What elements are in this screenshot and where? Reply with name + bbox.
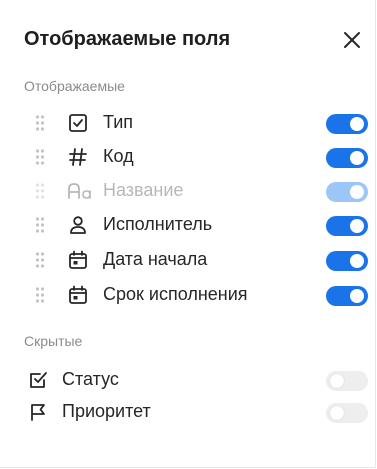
field-label: Дата начала: [103, 249, 208, 269]
field-label: Исполнитель: [103, 214, 213, 234]
toggle-knob: [350, 219, 364, 233]
field-label: Статус: [62, 369, 119, 389]
field-row-start-date: Дата начала: [0, 243, 376, 277]
field-label: Срок исполнения: [103, 284, 248, 304]
toggle-knob: [350, 185, 364, 199]
field-toggle: [326, 182, 368, 202]
toggle-knob: [330, 374, 344, 388]
person-icon: [70, 216, 86, 234]
field-row-name: Название: [0, 174, 376, 208]
text-font-icon: [68, 183, 91, 199]
hash-icon: [69, 148, 87, 166]
fields-panel: Отображаемые поля Отображаемые Тип Код Н…: [0, 0, 376, 468]
toggle-knob: [350, 254, 364, 268]
field-toggle[interactable]: [326, 148, 368, 168]
field-toggle[interactable]: [326, 251, 368, 271]
checkbox-square-icon: [69, 114, 87, 132]
field-toggle[interactable]: [326, 216, 368, 236]
toggle-knob: [350, 151, 364, 165]
section-visible-label: Отображаемые: [24, 78, 125, 94]
field-label: Приоритет: [62, 401, 151, 421]
field-toggle[interactable]: [326, 114, 368, 134]
field-label: Код: [103, 146, 134, 166]
field-toggle[interactable]: [326, 403, 368, 423]
toggle-knob: [350, 117, 364, 131]
field-label: Название: [103, 180, 184, 200]
checkbox-check-icon: [30, 372, 47, 388]
drag-handle-icon[interactable]: [35, 216, 45, 234]
calendar-icon: [69, 285, 87, 304]
panel-title: Отображаемые поля: [24, 28, 231, 50]
toggle-knob: [350, 289, 364, 303]
field-toggle[interactable]: [326, 286, 368, 306]
section-hidden-label: Скрытые: [24, 333, 83, 349]
calendar-icon: [69, 250, 87, 269]
field-toggle[interactable]: [326, 371, 368, 391]
drag-handle-icon[interactable]: [35, 286, 45, 304]
field-row-due-date: Срок исполнения: [0, 278, 376, 312]
drag-handle-icon[interactable]: [35, 251, 45, 269]
toggle-knob: [330, 406, 344, 420]
drag-handle-icon[interactable]: [35, 114, 45, 132]
field-row-assignee: Исполнитель: [0, 208, 376, 242]
field-row-type: Тип: [0, 106, 376, 140]
drag-handle-icon: [35, 183, 45, 199]
field-row-priority: Приоритет: [0, 395, 376, 429]
flag-icon: [31, 404, 45, 421]
close-icon[interactable]: [341, 29, 363, 51]
drag-handle-icon[interactable]: [35, 148, 45, 166]
field-row-code: Код: [0, 140, 376, 174]
field-row-status: Статус: [0, 363, 376, 397]
field-label: Тип: [103, 112, 134, 132]
